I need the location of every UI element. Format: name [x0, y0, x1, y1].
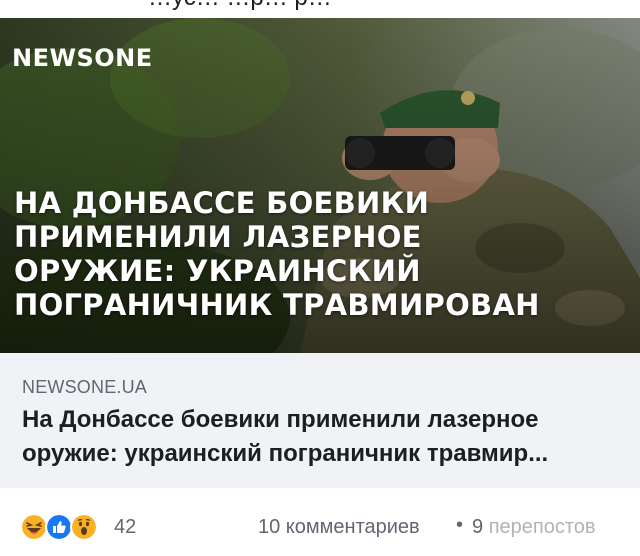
- image-headline-line: НА ДОНБАССЕ БОЕВИКИ: [14, 186, 430, 220]
- shares-label: перепостов: [488, 516, 596, 538]
- image-headline-line: ПРИМЕНИЛИ ЛАЗЕРНОЕ: [14, 220, 422, 254]
- link-title[interactable]: На Донбассе боевики применили лазерное о…: [22, 403, 622, 471]
- reaction-count[interactable]: 42: [114, 516, 136, 539]
- like-icon: [45, 513, 73, 541]
- link-title-line: На Донбассе боевики применили лазерное: [22, 406, 539, 433]
- image-headline-line: ПОГРАНИЧНИК ТРАВМИРОВАН: [14, 288, 540, 322]
- image-headline-line: ОРУЖИЕ: УКРАИНСКИЙ: [14, 254, 421, 288]
- separator-dot: •: [456, 514, 464, 536]
- wow-icon: [70, 513, 98, 541]
- link-preview-card[interactable]: NEWSONE НА ДОНБАССЕ БОЕВИКИ ПРИМЕНИЛИ ЛА…: [0, 18, 640, 488]
- shares-count[interactable]: 9 перепостов: [472, 516, 632, 539]
- link-meta[interactable]: NEWSONE.UA На Донбассе боевики применили…: [0, 353, 640, 488]
- article-image[interactable]: NEWSONE НА ДОНБАССЕ БОЕВИКИ ПРИМЕНИЛИ ЛА…: [0, 18, 640, 353]
- shares-number: 9: [472, 516, 489, 538]
- brand-logo: NEWSONE: [12, 44, 153, 72]
- post-footer: 42 10 комментариев • 9 перепостов: [0, 488, 640, 556]
- clipped-text: …ус… …р… р…: [148, 0, 332, 12]
- link-domain: NEWSONE.UA: [22, 377, 148, 397]
- haha-icon: [20, 513, 48, 541]
- link-title-line: оружие: украинский пограничник травмир..…: [22, 440, 549, 467]
- previous-text-clipped: …ус… …р… р…: [0, 0, 640, 18]
- comments-count[interactable]: 10 комментариев: [258, 516, 420, 539]
- image-headline: НА ДОНБАССЕ БОЕВИКИ ПРИМЕНИЛИ ЛАЗЕРНОЕ О…: [14, 186, 626, 322]
